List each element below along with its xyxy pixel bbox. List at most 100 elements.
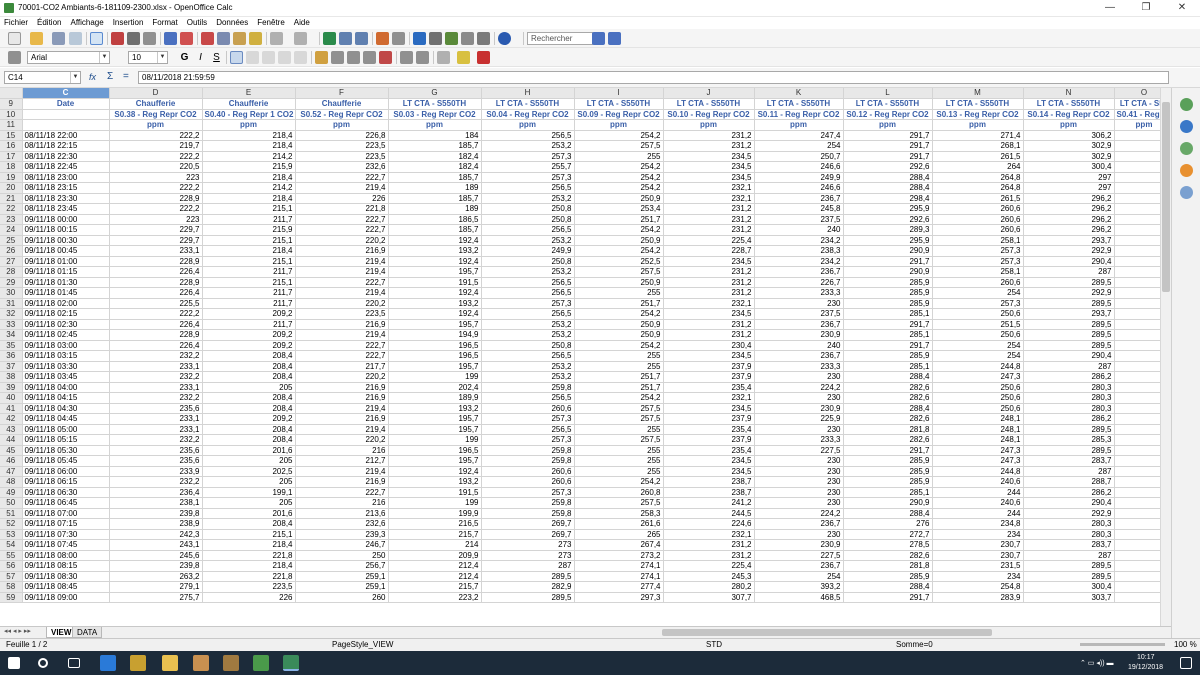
align-center-icon[interactable]	[246, 51, 259, 64]
header-cell[interactable]: LT CTA - S550TH	[574, 98, 664, 110]
align-left-icon[interactable]	[230, 51, 243, 64]
value-cell[interactable]	[1114, 413, 1160, 425]
value-cell[interactable]: 223,5	[295, 308, 389, 320]
value-cell[interactable]	[1114, 371, 1160, 383]
value-cell[interactable]: 223,5	[202, 581, 296, 593]
row-header[interactable]: 40	[0, 392, 23, 404]
date-cell[interactable]: 08/11/18 22:30	[22, 151, 110, 162]
value-cell[interactable]: 269,7	[481, 529, 575, 540]
value-cell[interactable]: 257,5	[574, 140, 664, 152]
value-cell[interactable]: 234,5	[663, 172, 755, 183]
find-next-icon[interactable]	[592, 32, 605, 45]
increase-indent-icon[interactable]	[416, 51, 429, 64]
undo-icon[interactable]	[270, 32, 283, 45]
value-cell[interactable]: 260,6	[932, 277, 1024, 288]
value-cell[interactable]: 209,2	[202, 413, 296, 425]
value-cell[interactable]: 264,8	[932, 182, 1024, 194]
value-cell[interactable]: 240,6	[932, 476, 1024, 488]
value-cell[interactable]: 208,4	[202, 350, 296, 362]
row-header[interactable]: 47	[0, 466, 23, 477]
value-cell[interactable]	[1114, 571, 1160, 582]
row-header[interactable]: 16	[0, 140, 23, 152]
value-cell[interactable]: 229,7	[109, 235, 203, 246]
email-icon[interactable]	[69, 32, 82, 45]
value-cell[interactable]: 232,1	[663, 392, 755, 404]
date-cell[interactable]: 09/11/18 00:00	[22, 214, 110, 225]
value-cell[interactable]: 260,6	[481, 476, 575, 488]
value-cell[interactable]: 291,7	[843, 256, 933, 267]
value-cell[interactable]: 297	[1023, 182, 1115, 194]
header-cell[interactable]: S0.38 - Reg Repr CO2	[109, 109, 203, 120]
value-cell[interactable]	[1114, 539, 1160, 551]
value-cell[interactable]: 220,2	[295, 298, 389, 309]
value-cell[interactable]: 291,7	[843, 130, 933, 141]
value-cell[interactable]: 271,4	[932, 130, 1024, 141]
value-cell[interactable]: 249,9	[481, 245, 575, 257]
value-cell[interactable]: 250,9	[574, 193, 664, 204]
date-cell[interactable]: 09/11/18 00:15	[22, 224, 110, 236]
date-cell[interactable]: 09/11/18 01:15	[22, 266, 110, 278]
value-cell[interactable]	[1114, 245, 1160, 257]
value-cell[interactable]: 287	[1023, 550, 1115, 561]
header-cell[interactable]: LT CTA - S550TH	[388, 98, 482, 110]
value-cell[interactable]: 225,4	[663, 560, 755, 572]
header-cell[interactable]: S0.03 - Reg Repr CO2	[388, 109, 482, 120]
header-cell[interactable]: Date	[22, 98, 110, 110]
menu-insertion[interactable]: Insertion	[109, 17, 149, 28]
value-cell[interactable]: 259,8	[481, 497, 575, 509]
date-cell[interactable]: 09/11/18 09:00	[22, 592, 110, 603]
chart-icon[interactable]	[376, 32, 389, 45]
formula-input[interactable]: 08/11/2018 21:59:59	[138, 71, 1169, 84]
navigator-icon[interactable]	[429, 32, 442, 45]
header-cell[interactable]: LT CTA - S550TH	[843, 98, 933, 110]
value-cell[interactable]: 239,8	[109, 560, 203, 572]
row-header[interactable]: 48	[0, 476, 23, 488]
value-cell[interactable]: 232,1	[663, 298, 755, 309]
task-view-icon[interactable]	[68, 658, 80, 668]
value-cell[interactable]: 228,9	[109, 329, 203, 341]
value-cell[interactable]: 257,3	[481, 172, 575, 183]
functions-sidebar-icon[interactable]	[1180, 186, 1193, 199]
value-cell[interactable]: 235,4	[663, 445, 755, 456]
value-cell[interactable]: 280,3	[1023, 518, 1115, 530]
value-cell[interactable]: 184	[388, 130, 482, 141]
value-cell[interactable]: 257,5	[574, 413, 664, 425]
value-cell[interactable]: 208,4	[202, 371, 296, 383]
spreadsheet-grid[interactable]: CDEFGHIJKLMNO 9 Date Chaufferie Chaufferie C…	[0, 88, 1160, 626]
value-cell[interactable]	[1114, 581, 1160, 593]
value-cell[interactable]: 276	[843, 518, 933, 530]
value-cell[interactable]: 213,6	[295, 508, 389, 519]
value-cell[interactable]: 250,8	[481, 340, 575, 351]
value-cell[interactable]: 215,9	[202, 224, 296, 236]
date-cell[interactable]: 09/11/18 02:00	[22, 298, 110, 309]
value-cell[interactable]: 251,5	[932, 319, 1024, 330]
value-cell[interactable]: 230	[754, 529, 844, 540]
value-cell[interactable]	[1114, 382, 1160, 393]
value-cell[interactable]: 288,4	[843, 403, 933, 414]
value-cell[interactable]: 250,6	[932, 382, 1024, 393]
value-cell[interactable]: 233,3	[754, 361, 844, 372]
value-cell[interactable]: 268,1	[932, 140, 1024, 152]
paste-icon[interactable]	[233, 32, 246, 45]
value-cell[interactable]: 251,7	[574, 382, 664, 393]
value-cell[interactable]: 255	[574, 361, 664, 372]
header-cell[interactable]: ppm	[932, 119, 1024, 131]
app-icon[interactable]	[130, 655, 146, 671]
value-cell[interactable]: 296,2	[1023, 224, 1115, 236]
value-cell[interactable]: 234,5	[663, 403, 755, 414]
value-cell[interactable]: 222,7	[295, 224, 389, 236]
value-cell[interactable]: 233,3	[754, 287, 844, 299]
zoom-icon[interactable]	[477, 32, 490, 45]
value-cell[interactable]: 229,7	[109, 224, 203, 236]
value-cell[interactable]: 232,6	[295, 161, 389, 173]
value-cell[interactable]: 292,9	[1023, 287, 1115, 299]
value-cell[interactable]: 221,8	[202, 571, 296, 582]
value-cell[interactable]: 282,6	[843, 434, 933, 446]
value-cell[interactable]: 195,7	[388, 413, 482, 425]
row-header[interactable]: 20	[0, 182, 23, 194]
clone-formatting-icon[interactable]	[249, 32, 262, 45]
value-cell[interactable]: 214	[388, 539, 482, 551]
row-header[interactable]: 54	[0, 539, 23, 551]
align-right-icon[interactable]	[262, 51, 275, 64]
value-cell[interactable]: 250,8	[481, 203, 575, 215]
